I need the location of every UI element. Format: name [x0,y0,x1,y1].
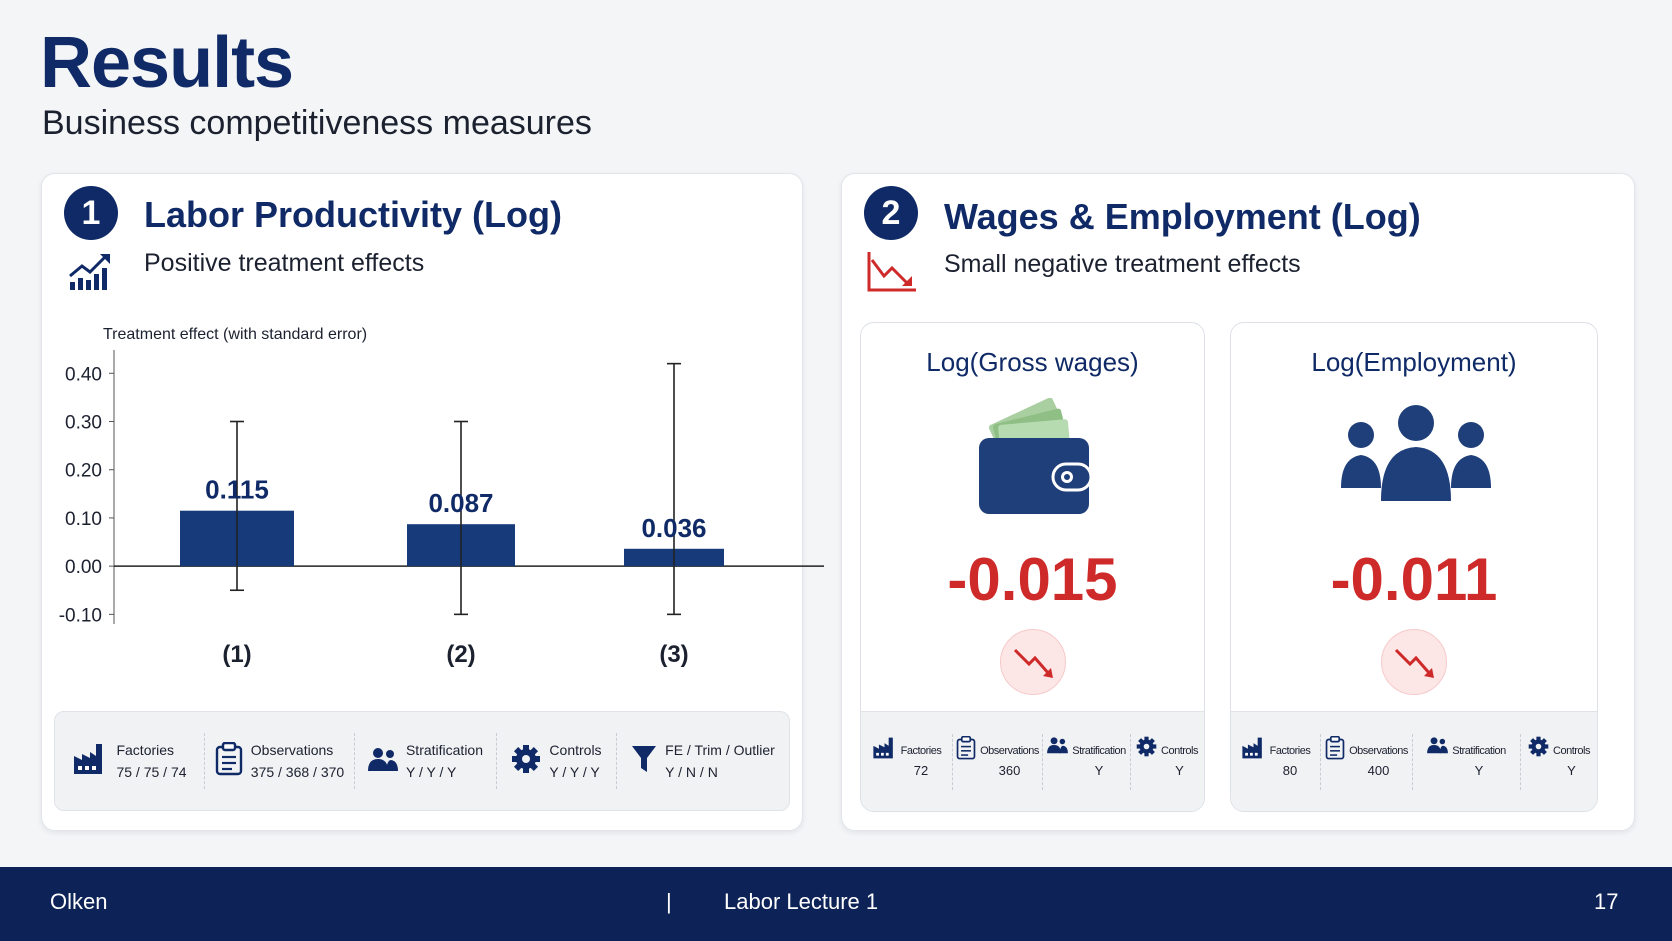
clipboard-icon [1325,735,1345,765]
gear-icon [511,744,541,779]
y-tick-label: 0.40 [65,364,102,385]
factory-icon [72,742,108,781]
y-tick-label: 0.00 [65,557,102,578]
people-icon [1047,736,1069,759]
y-tick-label: 0.20 [65,461,102,482]
stat-controls: Controls Y [1521,734,1597,790]
y-tick-label: 0.10 [65,509,102,530]
stat-controls: Controls Y / Y / Y [497,733,617,789]
x-tick-label: (2) [446,641,475,668]
x-tick-label: (3) [659,641,688,668]
panel-number-badge: 2 [864,186,918,240]
stat-observations: Observations 360 [953,733,1043,790]
footer-course: Labor Lecture 1 [724,889,879,914]
clipboard-icon [956,735,976,765]
stat-stratification: Stratification Y [1413,733,1521,790]
treatment-effect-chart: -0.10 0.00 0.10 0.20 0.30 0.40 0.115 (1) 0.087 (2… [59,350,824,668]
stat-value: Y / Y / Y [549,764,600,780]
stat-stratification: Stratification Y [1043,733,1131,790]
stat-label: Controls [1553,745,1590,757]
stat-label: Factories [1269,745,1311,757]
down-trend-icon [1381,629,1447,695]
stat-controls: Controls Y [1131,734,1203,790]
filter-icon [631,744,657,779]
slide-footer: Olken | Labor Lecture 1 17 [0,867,1672,941]
stat-observations: Observations 400 [1321,733,1413,790]
y-tick-label: -0.10 [59,605,102,626]
data-label-1: 0.115 [205,475,269,505]
employment-effect: -0.011 [1330,546,1498,613]
stat-value: 75 / 75 / 74 [116,764,187,780]
stat-label: FE / Trim / Outlier [665,742,775,758]
wages-employment-card: 2 Wages & Employment (Log) Small negativ… [841,173,1635,831]
stat-fe-trim-outlier: FE / Trim / Outlier Y / N / N [617,733,789,789]
employment-stats-bar: Factories 80 Observations 400 Stratification… [1231,711,1597,811]
stat-value: 400 [1367,763,1390,778]
gear-icon [1528,736,1549,762]
wages-stats-bar: Factories 72 Observations 360 Stratification… [861,711,1204,811]
gear-icon [1136,736,1157,762]
data-label-2: 0.087 [428,488,493,518]
stat-label: Observations [1349,745,1408,757]
gross-wages-title: Log(Gross wages) [926,347,1139,377]
gross-wages-effect: -0.015 [947,546,1118,613]
stat-label: Stratification [1072,745,1126,757]
stat-label: Controls [1161,745,1198,757]
stat-observations: Observations 375 / 368 / 370 [205,733,355,789]
stat-value: Y / N / N [665,764,718,780]
stat-value: Y [1474,763,1484,778]
factory-icon [1241,736,1266,765]
factory-icon [872,736,897,765]
data-label-3: 0.036 [641,513,706,543]
page-number: 17 [1594,889,1619,914]
rising-chart-icon [68,252,114,297]
clipboard-icon [215,741,243,781]
stat-label: Factories [116,742,175,758]
footer-author: Olken [50,889,108,914]
panel-subtitle: Small negative treatment effects [944,250,1301,278]
stat-label: Observations [980,745,1039,757]
stat-value: 375 / 368 / 370 [250,764,345,780]
labor-productivity-card: 1 Labor Productivity (Log) Positive trea… [41,173,824,831]
stat-factories: Factories 72 [861,733,953,790]
panel-title: Wages & Employment (Log) [944,196,1421,237]
employment-card: Log(Employment) -0.011 Factories 80 Observ… [1230,322,1598,812]
people-icon [367,746,398,777]
gross-wages-card: Log(Gross wages) -0.015 Factories 72 Obser… [860,322,1205,812]
stat-label: Stratification [1452,745,1506,757]
stat-label: Controls [549,742,602,758]
stat-factories: Factories 80 [1231,733,1321,790]
stat-value: Y [1175,763,1184,778]
stat-stratification: Stratification Y / Y / Y [355,733,497,789]
panel-number-badge: 1 [64,186,118,240]
people-icon [1427,736,1449,759]
stat-value: 360 [998,763,1021,778]
stat-label: Observations [250,742,334,758]
slide-subtitle: Business competitiveness measures [42,104,592,142]
stat-value: 80 [1282,763,1298,778]
down-trend-icon [999,629,1066,695]
footer-separator: | [666,889,672,914]
stat-label: Factories [900,745,942,757]
employment-title: Log(Employment) [1311,347,1517,377]
slide-title: Results [40,23,294,103]
stat-label: Stratification [405,742,484,758]
stat-value: Y [1567,763,1576,778]
x-tick-label: (1) [222,641,251,668]
stat-value: Y / Y / Y [405,764,457,780]
y-tick-label: 0.30 [65,413,102,434]
people-group-icon [1341,403,1491,508]
stat-factories: Factories 75 / 75 / 74 [55,733,205,789]
panel-subtitle: Positive treatment effects [144,249,425,277]
panel-title: Labor Productivity (Log) [144,194,562,235]
wallet-icon [971,397,1096,523]
stat-value: 72 [913,763,929,778]
falling-chart-icon [866,250,918,299]
panel1-stats-bar: Factories 75 / 75 / 74 Observations 375 / 3… [54,711,790,811]
stat-value: Y [1094,763,1104,778]
